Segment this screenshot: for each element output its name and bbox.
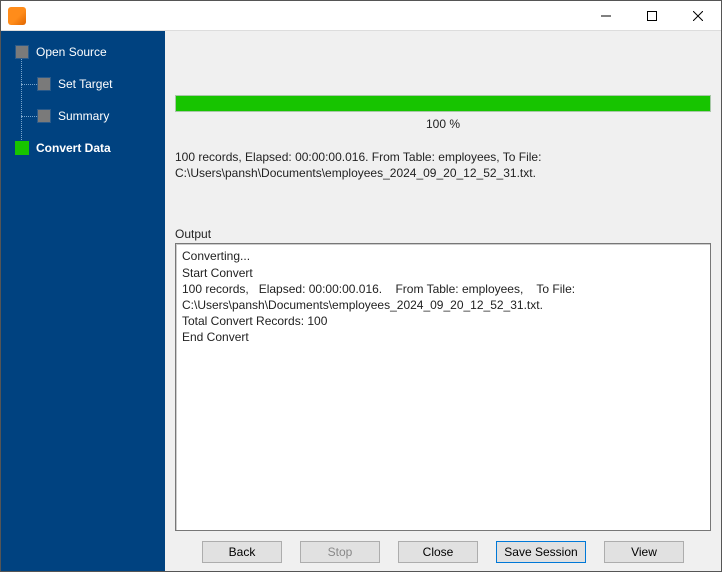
step-label: Convert Data xyxy=(36,141,111,155)
view-button[interactable]: View xyxy=(604,541,684,563)
back-button[interactable]: Back xyxy=(202,541,282,563)
step-label: Set Target xyxy=(58,77,112,91)
stop-button[interactable]: Stop xyxy=(300,541,380,563)
step-label: Open Source xyxy=(36,45,107,59)
main-panel: 100 % 100 records, Elapsed: 00:00:00.016… xyxy=(165,31,721,571)
progress-percent: 100 % xyxy=(175,117,711,131)
output-log[interactable]: Converting... Start Convert 100 records,… xyxy=(175,243,711,531)
output-label: Output xyxy=(175,227,711,241)
titlebar xyxy=(1,1,721,31)
button-row: Back Stop Close Save Session View xyxy=(175,541,711,563)
step-open-source[interactable]: Open Source xyxy=(1,41,165,63)
close-button[interactable]: Close xyxy=(398,541,478,563)
conversion-summary: 100 records, Elapsed: 00:00:00.016. From… xyxy=(175,149,711,181)
wizard-sidebar: Open Source Set Target Summary Convert D… xyxy=(1,31,165,571)
step-label: Summary xyxy=(58,109,109,123)
step-set-target[interactable]: Set Target xyxy=(1,73,165,95)
step-box-icon xyxy=(15,45,29,59)
close-window-button[interactable] xyxy=(675,1,721,31)
step-summary[interactable]: Summary xyxy=(1,105,165,127)
progress-bar xyxy=(175,95,711,112)
step-box-icon xyxy=(37,109,51,123)
save-session-button[interactable]: Save Session xyxy=(496,541,586,563)
step-convert-data[interactable]: Convert Data xyxy=(1,137,165,159)
app-icon xyxy=(8,7,26,25)
step-box-icon xyxy=(37,77,51,91)
minimize-button[interactable] xyxy=(583,1,629,31)
maximize-button[interactable] xyxy=(629,1,675,31)
step-box-icon xyxy=(15,141,29,155)
